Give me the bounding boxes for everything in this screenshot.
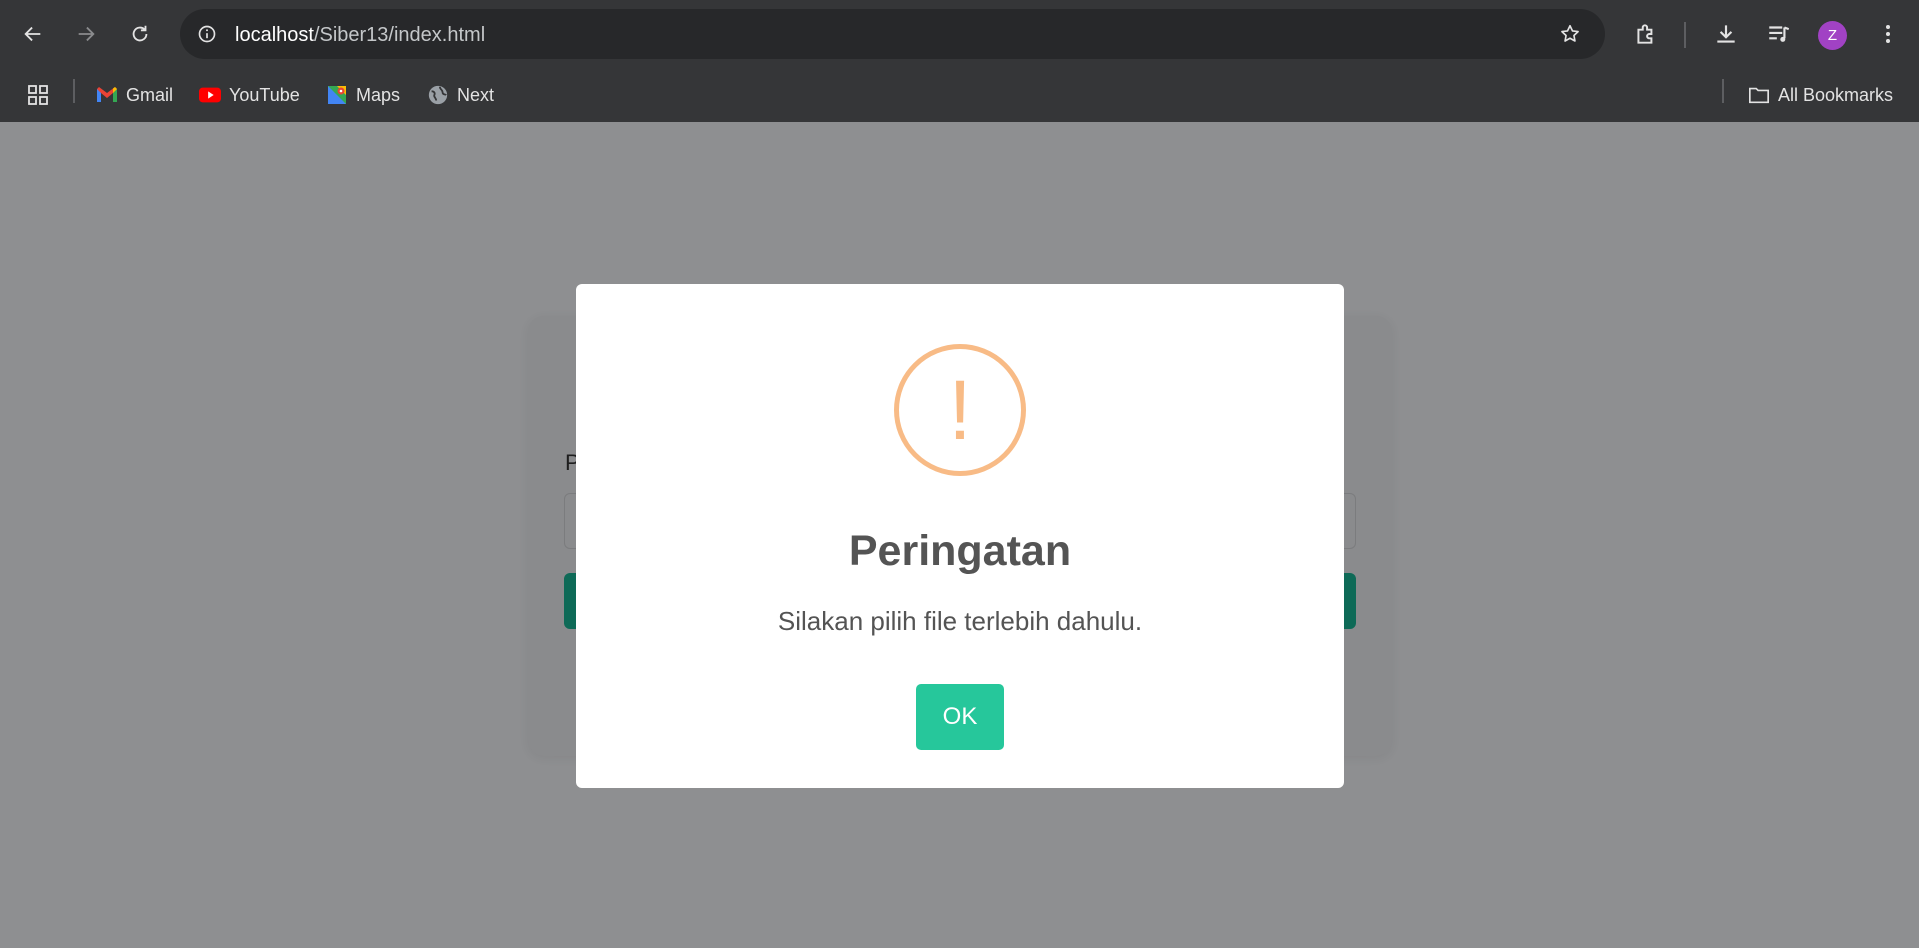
forward-button[interactable]	[68, 16, 104, 52]
folder-icon	[1748, 84, 1770, 106]
reload-icon	[132, 25, 148, 42]
all-bookmarks-button[interactable]: All Bookmarks	[1748, 79, 1893, 111]
bookmark-maps[interactable]: Maps	[326, 79, 400, 111]
bookmark-label: Gmail	[126, 84, 174, 105]
address-bar[interactable]: localhost/Siber13/index.html	[180, 9, 1605, 59]
bookmarks-bar: Gmail YouTube Maps Next All Bookmarks	[0, 69, 1919, 122]
maps-icon	[326, 84, 348, 106]
forward-arrow-icon	[78, 26, 95, 42]
bookmark-gmail[interactable]: Gmail	[96, 79, 173, 111]
back-arrow-icon	[24, 26, 41, 42]
extensions-icon[interactable]	[1629, 17, 1663, 51]
bookmark-star-icon[interactable]	[1557, 21, 1583, 47]
url-path: /Siber13/index.html	[313, 24, 486, 46]
back-button[interactable]	[15, 16, 51, 52]
profile-avatar[interactable]: Z	[1818, 21, 1847, 50]
globe-icon	[427, 84, 449, 106]
bookmarks-divider	[73, 79, 75, 103]
reload-button[interactable]	[122, 16, 158, 52]
warning-icon: !	[894, 344, 1026, 476]
ok-button[interactable]: OK	[916, 684, 1004, 750]
url-text: localhost/Siber13/index.html	[235, 24, 485, 47]
media-queue-icon[interactable]	[1762, 17, 1796, 51]
gmail-icon	[96, 84, 118, 106]
browser-toolbar: localhost/Siber13/index.html Z	[0, 0, 1919, 69]
bookmark-label: YouTube	[229, 84, 300, 105]
browser-menu-icon[interactable]	[1871, 17, 1905, 51]
bookmark-next[interactable]: Next	[427, 79, 494, 111]
apps-button[interactable]	[26, 79, 50, 111]
bookmarks-divider	[1722, 79, 1724, 103]
bookmark-label: Maps	[356, 84, 401, 105]
youtube-icon	[199, 84, 221, 106]
bookmark-youtube[interactable]: YouTube	[199, 79, 300, 111]
site-info-icon[interactable]	[194, 21, 220, 47]
warning-glyph: !	[948, 363, 972, 457]
modal-title: Peringatan	[848, 527, 1072, 575]
bookmark-label: Next	[457, 84, 495, 105]
modal-message: Silakan pilih file terlebih dahulu.	[777, 606, 1143, 636]
all-bookmarks-label: All Bookmarks	[1778, 84, 1894, 105]
toolbar-divider	[1684, 22, 1686, 48]
apps-grid-icon	[28, 85, 48, 105]
url-host: localhost	[235, 24, 314, 46]
alert-modal: ! Peringatan Silakan pilih file terlebih…	[576, 284, 1344, 788]
downloads-icon[interactable]	[1709, 17, 1743, 51]
